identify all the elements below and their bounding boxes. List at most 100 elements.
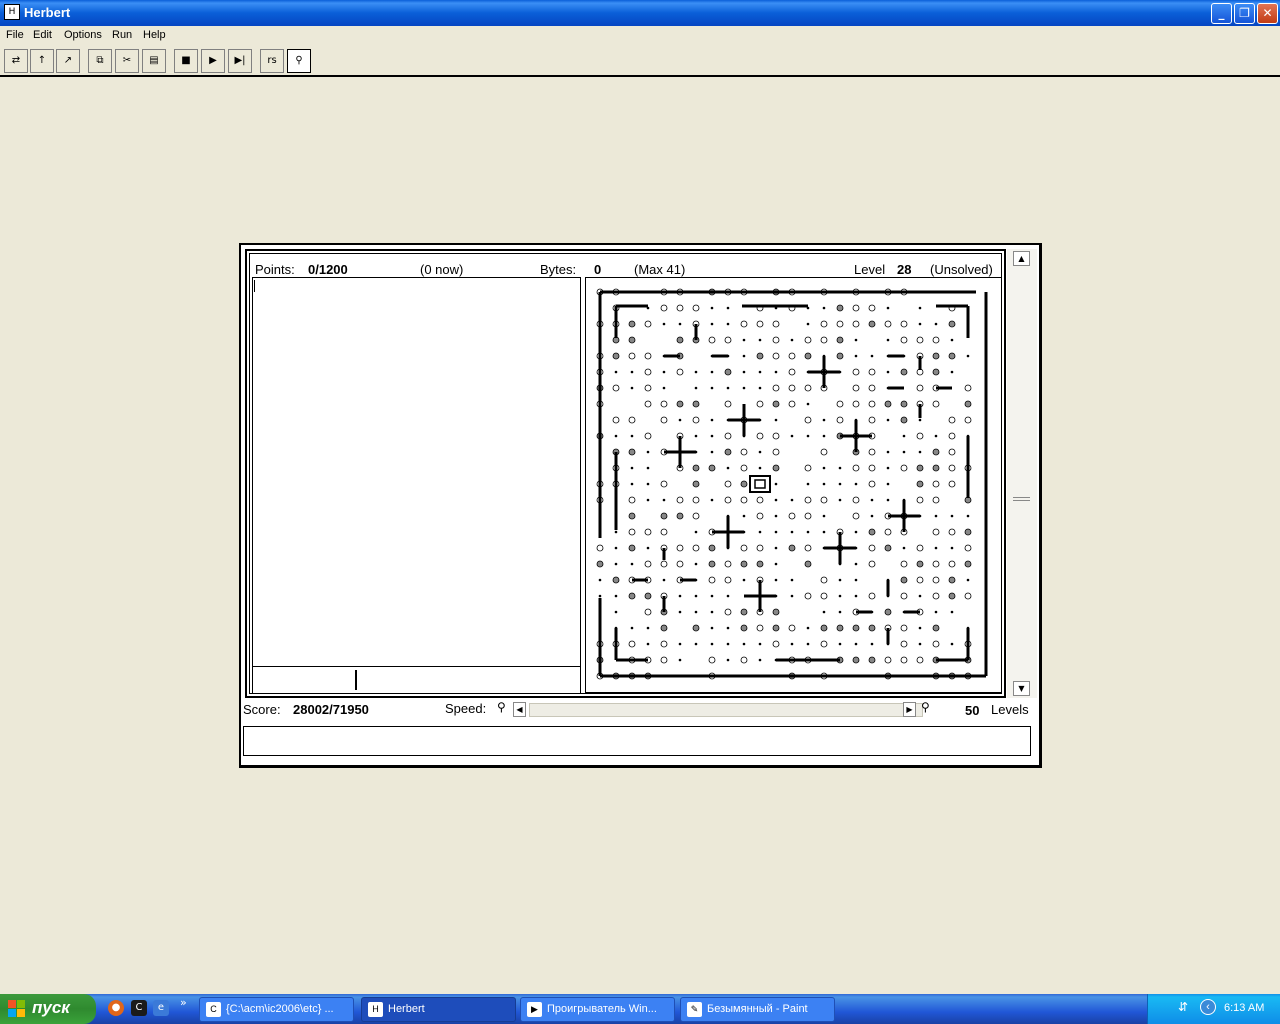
white-button bbox=[804, 336, 812, 344]
grid-dot bbox=[838, 642, 842, 646]
white-button bbox=[676, 368, 684, 376]
step-button[interactable]: ▶| bbox=[228, 49, 252, 73]
gray-button bbox=[740, 624, 748, 632]
white-button bbox=[900, 560, 908, 568]
grid-dot bbox=[854, 578, 858, 582]
level-label: Level bbox=[854, 262, 886, 277]
white-button bbox=[932, 640, 940, 648]
task-explorer[interactable]: C {C:\acm\ic2006\etc} ... bbox=[199, 997, 354, 1022]
grid-dot bbox=[854, 338, 858, 342]
herbert-view-button[interactable]: ⚲ bbox=[287, 49, 311, 73]
gray-button bbox=[628, 320, 636, 328]
speed-left-icon[interactable]: ◀ bbox=[513, 702, 526, 717]
minimize-button[interactable]: _ bbox=[1211, 3, 1232, 24]
ie-icon[interactable]: e bbox=[153, 1000, 169, 1016]
grid-dot bbox=[758, 466, 762, 470]
herbert-icon: H bbox=[368, 1002, 383, 1017]
grid-dot bbox=[694, 530, 698, 534]
close-button[interactable]: ✕ bbox=[1257, 3, 1278, 24]
grid-dot bbox=[918, 306, 922, 310]
white-button bbox=[756, 624, 764, 632]
gray-button bbox=[708, 464, 716, 472]
grid-dot bbox=[934, 514, 938, 518]
white-button bbox=[660, 656, 668, 664]
network-icon[interactable]: ⇵ bbox=[1178, 1000, 1188, 1014]
white-button bbox=[820, 496, 828, 504]
gray-button bbox=[740, 608, 748, 616]
cut-button[interactable]: ✂ bbox=[115, 49, 139, 73]
white-button bbox=[948, 416, 956, 424]
menu-file[interactable]: File bbox=[6, 29, 24, 41]
save-button[interactable]: ↗ bbox=[56, 49, 80, 73]
scroll-up-icon[interactable]: ▲ bbox=[1013, 251, 1030, 266]
white-button bbox=[820, 448, 828, 456]
gray-button bbox=[628, 336, 636, 344]
white-button bbox=[932, 592, 940, 600]
menu-help[interactable]: Help bbox=[143, 29, 166, 41]
start-button[interactable]: пуск bbox=[0, 994, 96, 1024]
code-editor[interactable]: < > bbox=[252, 277, 581, 686]
copy-button[interactable]: ⧉ bbox=[88, 49, 112, 73]
white-button bbox=[932, 400, 940, 408]
white-button bbox=[916, 576, 924, 584]
task-paint[interactable]: ✎ Безымянный - Paint bbox=[680, 997, 835, 1022]
gray-button bbox=[932, 448, 940, 456]
scroll-down-icon[interactable]: ▼ bbox=[1013, 681, 1030, 696]
white-button bbox=[884, 656, 892, 664]
grid-dot bbox=[646, 482, 650, 486]
grid-dot bbox=[886, 306, 890, 310]
gray-button bbox=[772, 464, 780, 472]
quicklaunch-more-icon[interactable]: » bbox=[180, 996, 187, 1009]
grid-dot bbox=[918, 418, 922, 422]
show-source-button[interactable]: rs bbox=[260, 49, 284, 73]
grid-dot bbox=[822, 418, 826, 422]
load-button[interactable]: ↑ bbox=[30, 49, 54, 73]
run-button[interactable]: ▶ bbox=[201, 49, 225, 73]
show-hidden-icons-icon[interactable]: ‹ bbox=[1200, 999, 1216, 1015]
grid-dot bbox=[966, 578, 970, 582]
open-level-button[interactable]: ⇄ bbox=[4, 49, 28, 73]
menu-edit[interactable]: Edit bbox=[33, 29, 52, 41]
scroll-thumb[interactable] bbox=[1013, 497, 1030, 501]
command-input[interactable] bbox=[252, 666, 581, 694]
gray-button bbox=[772, 400, 780, 408]
grid-dot bbox=[662, 498, 666, 502]
task-player[interactable]: ▶ Проигрыватель Win... bbox=[520, 997, 675, 1022]
grid-dot bbox=[870, 642, 874, 646]
white-button bbox=[692, 544, 700, 552]
stop-button[interactable]: ■ bbox=[174, 49, 198, 73]
frame-vscrollbar[interactable]: ▲ ▼ bbox=[1007, 249, 1037, 698]
menu-bar: File Edit Options Run Help bbox=[0, 26, 1280, 46]
white-button bbox=[868, 416, 876, 424]
task-herbert[interactable]: H Herbert bbox=[361, 997, 516, 1022]
grid-dot bbox=[886, 418, 890, 422]
speed-slider[interactable] bbox=[529, 703, 923, 717]
white-button bbox=[948, 480, 956, 488]
gray-button bbox=[932, 464, 940, 472]
grid-dot bbox=[742, 514, 746, 518]
cmd-icon[interactable]: C bbox=[131, 1000, 147, 1016]
white-button bbox=[772, 448, 780, 456]
menu-options[interactable]: Options bbox=[64, 29, 102, 41]
game-board[interactable] bbox=[585, 277, 1002, 693]
grid-dot bbox=[710, 626, 714, 630]
gray-button bbox=[932, 624, 940, 632]
task-label: Проигрыватель Win... bbox=[547, 1003, 657, 1015]
score-value: 28002/71950 bbox=[293, 702, 369, 717]
gray-button bbox=[916, 464, 924, 472]
grid-dot bbox=[726, 594, 730, 598]
speed-right-icon[interactable]: ▶ bbox=[903, 702, 916, 717]
grid-dot bbox=[790, 498, 794, 502]
gray-button bbox=[692, 464, 700, 472]
task-label: Безымянный - Paint bbox=[707, 1003, 808, 1015]
grid-dot bbox=[886, 466, 890, 470]
window-title: Herbert bbox=[24, 5, 71, 20]
paste-button[interactable]: ▤ bbox=[142, 49, 166, 73]
menu-run[interactable]: Run bbox=[112, 29, 132, 41]
grid-dot bbox=[806, 626, 810, 630]
white-button bbox=[788, 352, 796, 360]
firefox-icon[interactable]: ● bbox=[108, 1000, 124, 1016]
white-button bbox=[772, 640, 780, 648]
restore-button[interactable]: ❐ bbox=[1234, 3, 1255, 24]
grid-dot bbox=[630, 434, 634, 438]
